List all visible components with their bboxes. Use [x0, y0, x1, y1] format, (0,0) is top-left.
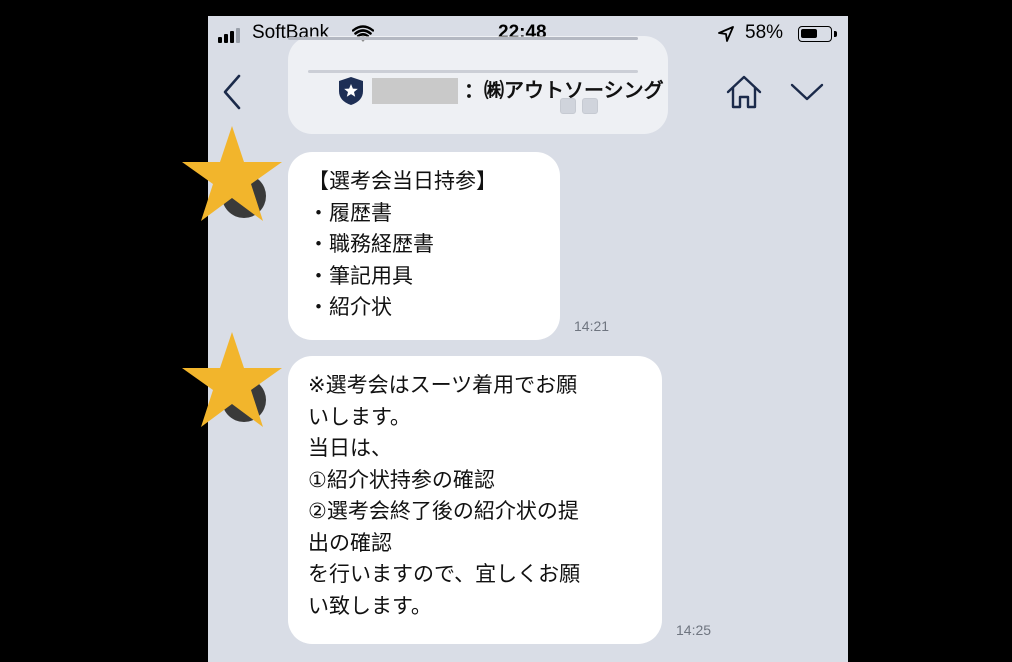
battery-icon — [798, 26, 832, 42]
battery-tip — [834, 31, 837, 37]
battery-fill — [801, 29, 817, 38]
divider-line — [308, 70, 638, 73]
signal-strength-icon — [218, 28, 240, 43]
back-chevron-icon[interactable] — [222, 74, 242, 110]
message-bubble[interactable]: 【選考会当日持参】 ・履歴書 ・職務経歴書 ・筆記用具 ・紹介状 — [288, 152, 560, 340]
star-icon — [182, 332, 282, 427]
chevron-down-icon[interactable] — [790, 82, 824, 102]
home-icon[interactable] — [724, 74, 764, 110]
official-account-badge-icon — [339, 77, 363, 105]
redacted-name — [372, 78, 458, 104]
battery-percent: 58% — [745, 22, 784, 43]
message-timestamp: 14:21 — [574, 318, 610, 334]
chat-screen: SoftBank 22:48 58% ：㈱アウトソーシング 【選考会当日持参】 … — [208, 16, 848, 662]
star-icon — [182, 126, 282, 221]
location-arrow-icon — [718, 26, 734, 42]
divider-line — [288, 37, 638, 40]
message-timestamp: 14:25 — [676, 622, 712, 638]
chat-title: ：㈱アウトソーシング — [464, 78, 664, 102]
message-bubble[interactable]: ※選考会はスーツ着用でお願 いします。 当日は、 ①紹介状持参の確認 ②選考会終… — [288, 356, 662, 644]
